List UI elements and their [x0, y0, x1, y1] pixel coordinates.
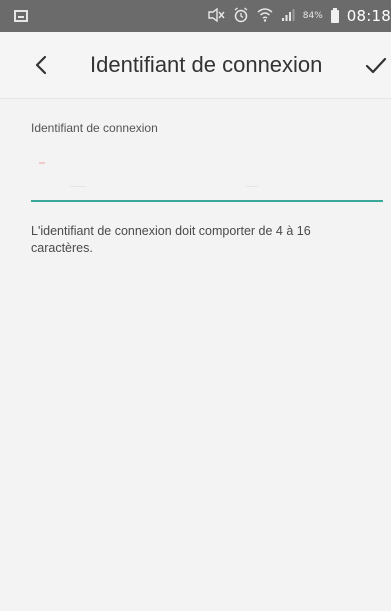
mute-icon: [207, 7, 225, 25]
wifi-icon: [257, 7, 273, 26]
notification-icon: [14, 10, 28, 22]
status-icons: 84% 08:18: [207, 0, 391, 32]
back-button[interactable]: [26, 48, 56, 82]
battery-percent: 84%: [302, 11, 323, 21]
helper-text: L'identifiant de connexion doit comporte…: [31, 224, 311, 255]
page-title: Identifiant de connexion: [90, 52, 323, 77]
input-mark: [70, 186, 86, 187]
screen: 84% 08:18 Identifiant de connexion Ident…: [0, 0, 391, 611]
check-icon: [365, 57, 387, 74]
battery-icon: [330, 7, 339, 23]
app-bar: Identifiant de connexion: [0, 32, 391, 99]
signal-icon: [281, 8, 295, 25]
login-id-input[interactable]: [31, 150, 383, 202]
input-cursor-mark: [39, 162, 45, 164]
clock: 08:18: [346, 7, 391, 25]
status-bar: 84% 08:18: [0, 0, 391, 32]
chevron-left-icon: [35, 55, 47, 75]
login-field-label: Identifiant de connexion: [31, 121, 158, 135]
confirm-button[interactable]: [361, 50, 391, 82]
alarm-icon: [233, 6, 249, 26]
input-mark: [246, 186, 258, 187]
